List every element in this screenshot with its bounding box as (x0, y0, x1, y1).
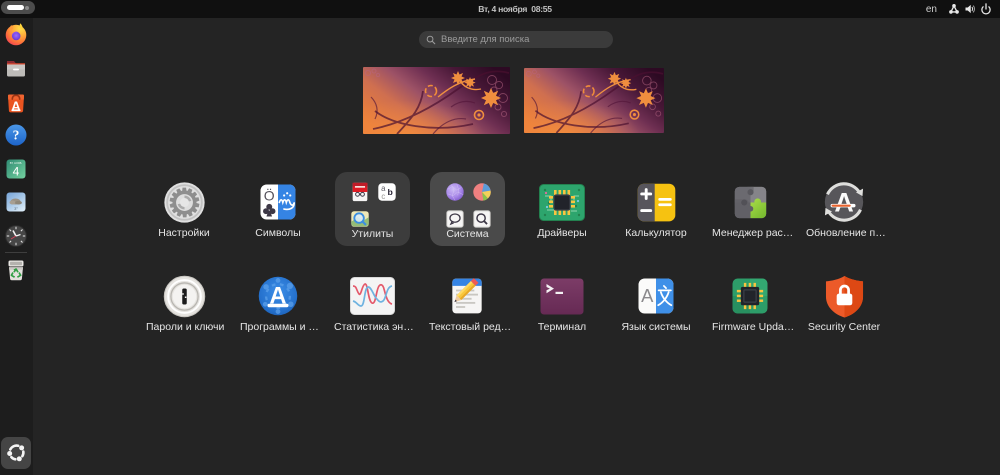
svg-text:Ö: Ö (264, 186, 275, 203)
svg-text:A: A (641, 285, 654, 306)
svg-text:3°: 3° (14, 206, 18, 211)
svg-text:c: c (381, 192, 385, 201)
svg-text:?: ? (13, 128, 20, 143)
svg-text:b: b (388, 187, 393, 197)
svg-text:4: 4 (13, 165, 20, 179)
svg-text:A: A (11, 99, 21, 114)
svg-text:A: A (834, 188, 853, 218)
